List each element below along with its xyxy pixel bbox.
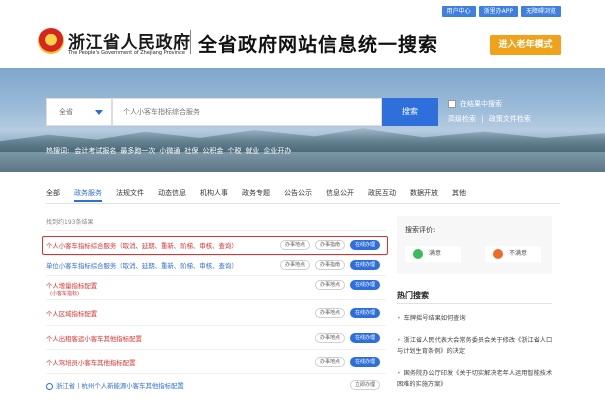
hot-search-title: 热门搜索 bbox=[397, 291, 429, 300]
list-item: 个人出租客运小客车其他指标配置 办事地点 在线办理 bbox=[46, 326, 386, 350]
tab-regulations[interactable]: 法规文件 bbox=[116, 188, 144, 202]
result-actions: 办事地点 在线办理 bbox=[315, 357, 380, 367]
scope-value: 全省 bbox=[59, 108, 73, 116]
hot-word[interactable]: 会计考试报名 bbox=[74, 146, 116, 156]
header: 浙江省人民政府 The People's Government of Zheji… bbox=[0, 22, 605, 68]
unsatisfied-label: 不满意 bbox=[509, 250, 528, 257]
result-actions: 立即办理 bbox=[350, 380, 380, 390]
national-emblem-icon bbox=[38, 28, 64, 54]
tab-notices[interactable]: 公告公示 bbox=[284, 188, 312, 202]
elder-mode-button[interactable]: 进入老年模式 bbox=[490, 35, 561, 55]
tab-personnel[interactable]: 机构人事 bbox=[200, 188, 228, 202]
result-title[interactable]: 个人驾培员小客车其他指标配置 bbox=[46, 358, 135, 367]
advanced-search-link[interactable]: 高级检索 bbox=[448, 115, 476, 123]
result-title[interactable]: 个人增量指标配置 bbox=[46, 281, 97, 290]
online-apply-button[interactable]: 在线办理 bbox=[350, 333, 380, 343]
tab-news[interactable]: 动态信息 bbox=[158, 188, 186, 202]
advanced-links: 高级检索 | 政策文件检索 bbox=[448, 114, 534, 124]
hot-word[interactable]: 小微通 bbox=[159, 146, 180, 156]
result-title[interactable]: 单位小客车指标综合服务（取消、延期、重新、阶梯、审核、查询） bbox=[46, 261, 238, 270]
location-button[interactable]: 办事地点 bbox=[315, 357, 345, 367]
results-divider bbox=[46, 230, 386, 231]
gov-service-icon bbox=[46, 382, 53, 390]
hot-word[interactable]: 个税 bbox=[227, 146, 241, 156]
hot-word[interactable]: 社保 bbox=[184, 146, 198, 156]
list-item: 个人驾培员小客车其他指标配置 办事地点 在线办理 bbox=[46, 350, 386, 374]
tab-all[interactable]: 全部 bbox=[46, 188, 60, 202]
checkbox[interactable] bbox=[448, 100, 456, 108]
tab-open-data[interactable]: 数据开放 bbox=[410, 188, 438, 202]
tab-topics[interactable]: 政务专题 bbox=[242, 188, 270, 202]
result-subtitle: (小客车指标) bbox=[50, 291, 79, 297]
hot-word[interactable]: 最多跑一次 bbox=[120, 146, 155, 156]
list-item: 个人区域指标配置 办事地点 在线办理 bbox=[46, 300, 386, 326]
result-title[interactable]: 个人区域指标配置 bbox=[46, 309, 97, 318]
hot-word[interactable]: 企业开办 bbox=[263, 146, 291, 156]
result-title-text: 浙江省丨杭州个人新能源小客车其他指标配置 bbox=[56, 382, 184, 390]
link-divider: | bbox=[481, 115, 484, 123]
location-button[interactable]: 办事地点 bbox=[315, 280, 345, 290]
site-name-en: The People's Government of Zhejiang Prov… bbox=[68, 50, 185, 56]
online-apply-button[interactable]: 在线办理 bbox=[350, 280, 380, 290]
location-button[interactable]: 办事地点 bbox=[280, 260, 310, 270]
result-actions: 办事地点 在线办理 bbox=[315, 308, 380, 318]
online-apply-button[interactable]: 在线办理 bbox=[350, 308, 380, 318]
search-input[interactable] bbox=[112, 98, 382, 126]
hot-search-item[interactable]: 国务院办公厅印发《关于切实解决老年人运用智能技术困难的实施方案》 bbox=[397, 368, 557, 390]
unsatisfied-button[interactable]: 不满意 bbox=[485, 246, 541, 262]
hot-search-item[interactable]: 浙江省人民代表大会常务委员会关于修改《浙江省人口与计划生育条例》的决定 bbox=[397, 335, 557, 357]
header-divider bbox=[190, 30, 191, 54]
list-item: 单位小客车指标综合服务（取消、延期、重新、阶梯、审核、查询） 办事地点 办事指南… bbox=[46, 256, 386, 276]
result-title[interactable]: 个人出租客运小客车其他指标配置 bbox=[46, 334, 142, 343]
page-title: 全省政府网站信息统一搜索 bbox=[198, 34, 439, 56]
search-in-results-label: 在结果中搜索 bbox=[460, 100, 502, 108]
result-title[interactable]: 浙江省丨杭州个人新能源小客车其他指标配置 bbox=[46, 381, 184, 390]
satisfied-button[interactable]: 满意 bbox=[405, 246, 461, 262]
chevron-down-icon bbox=[95, 110, 103, 115]
list-item: 浙江省丨杭州个人新能源小客车其他指标配置 立即办理 bbox=[46, 374, 386, 396]
tab-other[interactable]: 其他 bbox=[452, 188, 466, 202]
accessibility-link[interactable]: 无障碍浏览 bbox=[520, 6, 561, 17]
tabs-divider bbox=[46, 203, 560, 204]
rating-title: 搜索评价: bbox=[405, 226, 436, 234]
highlight-frame bbox=[42, 236, 388, 255]
search-rating: 搜索评价: 满意 不满意 bbox=[397, 216, 552, 274]
hot-word[interactable]: 就业 bbox=[245, 146, 259, 156]
online-apply-button[interactable]: 在线办理 bbox=[350, 357, 380, 367]
tab-gov-service[interactable]: 政务服务 bbox=[74, 188, 102, 202]
search-button[interactable]: 搜索 bbox=[382, 98, 438, 126]
location-button[interactable]: 办事地点 bbox=[315, 333, 345, 343]
hot-search-item[interactable]: 车牌摇号结果如何查询 bbox=[397, 313, 557, 324]
frown-icon bbox=[493, 249, 503, 259]
apply-now-button[interactable]: 立即办理 bbox=[350, 380, 380, 390]
satisfied-label: 满意 bbox=[429, 250, 442, 257]
search-page: 用户中心 浙里办APP 无障碍浏览 浙江省人民政府 The People's G… bbox=[0, 0, 605, 418]
hot-words-label: 热搜词: bbox=[46, 147, 70, 155]
location-button[interactable]: 办事地点 bbox=[315, 308, 345, 318]
policy-search-link[interactable]: 政策文件检索 bbox=[489, 115, 531, 123]
user-center-link[interactable]: 用户中心 bbox=[441, 6, 476, 17]
list-item: 个人增量指标配置 (小客车指标) 办事地点 在线办理 bbox=[46, 276, 386, 300]
scope-select[interactable]: 全省 bbox=[46, 98, 112, 126]
hot-words: 热搜词: 会计考试报名 最多跑一次 小微通 社保 公积金 个税 就业 企业开办 bbox=[46, 146, 291, 156]
search-in-results[interactable]: 在结果中搜索 bbox=[448, 99, 502, 109]
smile-icon bbox=[413, 249, 423, 259]
tab-disclosure[interactable]: 信息公开 bbox=[326, 188, 354, 202]
guide-button[interactable]: 办事指南 bbox=[315, 260, 345, 270]
category-tabs: 全部 政务服务 法规文件 动态信息 机构人事 政务专题 公告公示 信息公开 政民… bbox=[46, 188, 480, 202]
online-apply-button[interactable]: 在线办理 bbox=[350, 260, 380, 270]
result-actions: 办事地点 办事指南 在线办理 bbox=[280, 260, 380, 270]
results-list: 个人小客车指标综合服务（取消、延期、重新、阶梯、审核、查询） 办事地点 办事指南… bbox=[46, 236, 386, 396]
hot-word[interactable]: 公积金 bbox=[202, 146, 223, 156]
hot-search-divider bbox=[397, 303, 552, 304]
result-actions: 办事地点 在线办理 bbox=[315, 280, 380, 290]
zheliban-app-link[interactable]: 浙里办APP bbox=[478, 6, 518, 17]
result-count: 找到约193条结果 bbox=[46, 219, 94, 226]
util-bar: 用户中心 浙里办APP 无障碍浏览 bbox=[441, 6, 561, 17]
result-actions: 办事地点 在线办理 bbox=[315, 333, 380, 343]
tab-interaction[interactable]: 政民互动 bbox=[368, 188, 396, 202]
